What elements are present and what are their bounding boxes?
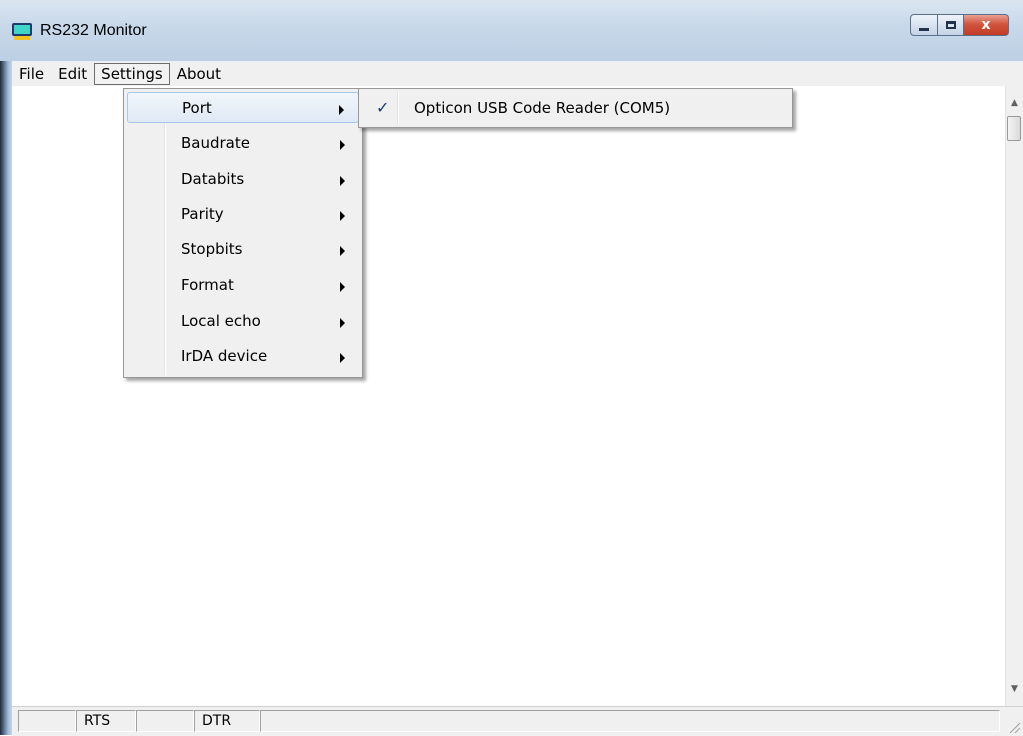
status-pane-dtr: DTR	[194, 710, 260, 732]
close-button[interactable]: x	[964, 14, 1009, 36]
menu-item-label: Databits	[181, 170, 245, 188]
minimize-icon	[919, 27, 929, 31]
settings-dropdown-menu: Port Baudrate Databits Parity Stopbits F…	[123, 88, 363, 378]
menu-item-parity[interactable]: Parity	[127, 199, 359, 230]
menu-item-local-echo[interactable]: Local echo	[127, 306, 359, 337]
submenu-arrow-icon	[340, 282, 345, 292]
menu-item-label: IrDA device	[181, 347, 268, 365]
menu-file[interactable]: File	[12, 63, 51, 85]
submenu-arrow-icon	[340, 353, 345, 363]
status-pane-3	[136, 710, 194, 732]
resize-grip-icon[interactable]	[1007, 720, 1021, 734]
submenu-arrow-icon	[340, 246, 345, 256]
window-controls: x	[910, 14, 1009, 36]
menu-item-databits[interactable]: Databits	[127, 164, 359, 195]
menu-settings[interactable]: Settings	[94, 62, 170, 85]
window-left-frame	[0, 61, 12, 735]
close-icon: x	[981, 17, 991, 33]
minimize-button[interactable]	[910, 14, 938, 36]
checkmark-icon: ✓	[376, 98, 390, 117]
menu-item-irda-device[interactable]: IrDA device	[127, 341, 359, 372]
status-pane-5	[260, 710, 1000, 732]
menu-item-opticon-com5[interactable]: ✓ Opticon USB Code Reader (COM5)	[362, 92, 790, 124]
menu-item-label: Opticon USB Code Reader (COM5)	[414, 99, 671, 117]
monitor-app-icon	[12, 23, 32, 40]
title-bar: RS232 Monitor x	[0, 0, 1023, 62]
submenu-arrow-icon	[340, 140, 345, 150]
menu-item-port[interactable]: Port	[127, 92, 359, 123]
menu-item-label: Parity	[181, 205, 224, 223]
menu-item-label: Port	[182, 99, 212, 117]
menu-item-stopbits[interactable]: Stopbits	[127, 234, 359, 265]
window-title: RS232 Monitor	[40, 22, 147, 39]
vertical-scrollbar[interactable]: ▲ ▼	[1005, 86, 1023, 706]
submenu-arrow-icon	[339, 105, 344, 115]
submenu-arrow-icon	[340, 176, 345, 186]
maximize-button[interactable]	[938, 14, 964, 36]
status-pane-1	[18, 710, 76, 732]
menu-item-format[interactable]: Format	[127, 270, 359, 301]
menu-bar: File Edit Settings About	[12, 61, 1023, 86]
port-submenu: ✓ Opticon USB Code Reader (COM5)	[358, 88, 793, 128]
menu-item-label: Local echo	[181, 312, 261, 330]
menu-edit[interactable]: Edit	[51, 63, 94, 85]
status-pane-rts: RTS	[76, 710, 136, 732]
maximize-icon	[945, 21, 956, 29]
scroll-up-icon[interactable]: ▲	[1006, 94, 1023, 112]
menu-about[interactable]: About	[170, 63, 228, 85]
status-bar: RTS DTR	[12, 706, 1023, 736]
submenu-arrow-icon	[340, 211, 345, 221]
scroll-thumb[interactable]	[1007, 116, 1021, 141]
menu-item-label: Format	[181, 276, 234, 294]
menu-item-label: Stopbits	[181, 240, 243, 258]
menu-item-baudrate[interactable]: Baudrate	[127, 128, 359, 159]
menu-item-label: Baudrate	[181, 134, 250, 152]
scroll-down-icon[interactable]: ▼	[1006, 680, 1023, 698]
submenu-arrow-icon	[340, 318, 345, 328]
